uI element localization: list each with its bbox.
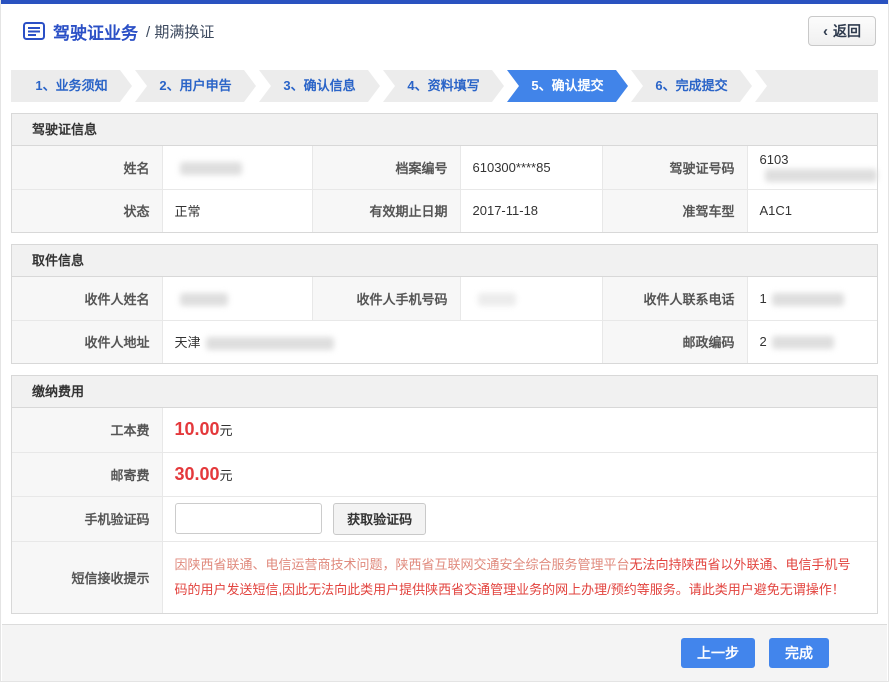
step-tab-6[interactable]: 6、完成提交 xyxy=(631,70,752,102)
card-fee-amount: 10.00 xyxy=(175,419,220,439)
recipient-mobile-label: 收件人手机号码 xyxy=(312,277,460,320)
table-row: 收件人地址 天津 邮政编码 2 xyxy=(12,320,877,363)
redacted-blur xyxy=(206,337,334,350)
step-tab-3[interactable]: 3、确认信息 xyxy=(259,70,380,102)
name-value xyxy=(162,146,312,189)
status-value: 正常 xyxy=(162,189,312,232)
postage-value: 30.00元 xyxy=(162,452,877,496)
step-tabs: 1、业务须知 2、用户申告 3、确认信息 4、资料填写 5、确认提交 6、完成提… xyxy=(11,70,878,102)
table-row: 收件人姓名 收件人手机号码 收件人联系电话 1 xyxy=(12,277,877,320)
vehicle-class-label: 准驾车型 xyxy=(602,189,747,232)
postage-label: 邮寄费 xyxy=(12,452,162,496)
pickup-info-section: 取件信息 收件人姓名 收件人手机号码 收件人联系电话 1 收件人地址 天津 邮政… xyxy=(11,244,878,364)
page: 驾驶证业务 / 期满换证 ‹ 返回 1、业务须知 2、用户申告 3、确认信息 4… xyxy=(0,0,889,682)
recipient-name-label: 收件人姓名 xyxy=(12,277,162,320)
back-chevron-icon: ‹ xyxy=(823,24,828,39)
breadcrumb: 驾驶证业务 / 期满换证 xyxy=(23,19,214,44)
file-no-value: 610300****85 xyxy=(460,146,602,189)
step-tab-1[interactable]: 1、业务须知 xyxy=(11,70,132,102)
back-button-label: 返回 xyxy=(833,21,861,41)
back-button[interactable]: ‹ 返回 xyxy=(808,16,876,46)
table-row: 手机验证码 获取验证码 xyxy=(12,496,877,541)
step-tab-4[interactable]: 4、资料填写 xyxy=(383,70,504,102)
sms-note-part1: 因陕西省联通、电信运营商技术问题，陕西省互联网交通安全综合服务管理平台 xyxy=(175,557,630,572)
redacted-blur xyxy=(180,293,228,306)
recipient-phone-value: 1 xyxy=(747,277,877,320)
table-row: 工本费 10.00元 xyxy=(12,408,877,452)
get-captcha-button[interactable]: 获取验证码 xyxy=(333,503,426,535)
pickup-info-title: 取件信息 xyxy=(12,245,877,277)
table-row: 状态 正常 有效期止日期 2017-11-18 准驾车型 A1C1 xyxy=(12,189,877,232)
recipient-name-value xyxy=(162,277,312,320)
postal-code-value: 2 xyxy=(747,320,877,363)
card-fee-label: 工本费 xyxy=(12,408,162,452)
redacted-blur xyxy=(772,293,844,306)
vehicle-class-value: A1C1 xyxy=(747,189,877,232)
captcha-cell: 获取验证码 xyxy=(162,496,877,541)
fees-section: 缴纳费用 工本费 10.00元 邮寄费 30.00元 手机验证码 获取验证码 短… xyxy=(11,375,878,614)
sms-note-label: 短信接收提示 xyxy=(12,541,162,613)
redacted-blur xyxy=(478,293,516,306)
license-no-value: 6103 xyxy=(747,146,877,189)
step-tabs-filler xyxy=(755,70,878,102)
page-title: 驾驶证业务 xyxy=(53,19,138,44)
license-info-title: 驾驶证信息 xyxy=(12,114,877,146)
step-tab-5-active[interactable]: 5、确认提交 xyxy=(507,70,628,102)
fees-table: 工本费 10.00元 邮寄费 30.00元 手机验证码 获取验证码 短信接收提示… xyxy=(12,408,877,613)
file-no-label: 档案编号 xyxy=(312,146,460,189)
name-label: 姓名 xyxy=(12,146,162,189)
table-row: 姓名 档案编号 610300****85 驾驶证号码 6103 xyxy=(12,146,877,189)
postage-unit: 元 xyxy=(220,468,233,483)
step-tab-2[interactable]: 2、用户申告 xyxy=(135,70,256,102)
redacted-blur xyxy=(180,162,242,175)
license-list-icon xyxy=(23,22,45,40)
license-no-label: 驾驶证号码 xyxy=(602,146,747,189)
sms-note-text: 因陕西省联通、电信运营商技术问题，陕西省互联网交通安全综合服务管理平台无法向持陕… xyxy=(162,541,877,613)
table-row: 短信接收提示 因陕西省联通、电信运营商技术问题，陕西省互联网交通安全综合服务管理… xyxy=(12,541,877,613)
license-info-section: 驾驶证信息 姓名 档案编号 610300****85 驾驶证号码 6103 状态… xyxy=(11,113,878,233)
status-label: 状态 xyxy=(12,189,162,232)
recipient-phone-label: 收件人联系电话 xyxy=(602,277,747,320)
recipient-mobile-value xyxy=(460,277,602,320)
table-row: 邮寄费 30.00元 xyxy=(12,452,877,496)
license-info-table: 姓名 档案编号 610300****85 驾驶证号码 6103 状态 正常 有效… xyxy=(12,146,877,232)
finish-button[interactable]: 完成 xyxy=(769,638,829,668)
pickup-info-table: 收件人姓名 收件人手机号码 收件人联系电话 1 收件人地址 天津 邮政编码 2 xyxy=(12,277,877,363)
fees-title: 缴纳费用 xyxy=(12,376,877,408)
recipient-address-label: 收件人地址 xyxy=(12,320,162,363)
previous-step-button[interactable]: 上一步 xyxy=(681,638,755,668)
page-subtitle: / 期满换证 xyxy=(146,21,214,42)
recipient-address-value: 天津 xyxy=(162,320,602,363)
captcha-input[interactable] xyxy=(175,503,322,534)
postage-amount: 30.00 xyxy=(175,464,220,484)
card-fee-value: 10.00元 xyxy=(162,408,877,452)
footer-action-bar: 上一步 完成 xyxy=(2,624,887,681)
card-fee-unit: 元 xyxy=(220,423,233,438)
expiry-value: 2017-11-18 xyxy=(460,189,602,232)
header: 驾驶证业务 / 期满换证 ‹ 返回 xyxy=(1,4,888,58)
postal-code-label: 邮政编码 xyxy=(602,320,747,363)
redacted-blur xyxy=(772,336,834,349)
expiry-label: 有效期止日期 xyxy=(312,189,460,232)
redacted-blur xyxy=(765,169,877,182)
captcha-label: 手机验证码 xyxy=(12,496,162,541)
